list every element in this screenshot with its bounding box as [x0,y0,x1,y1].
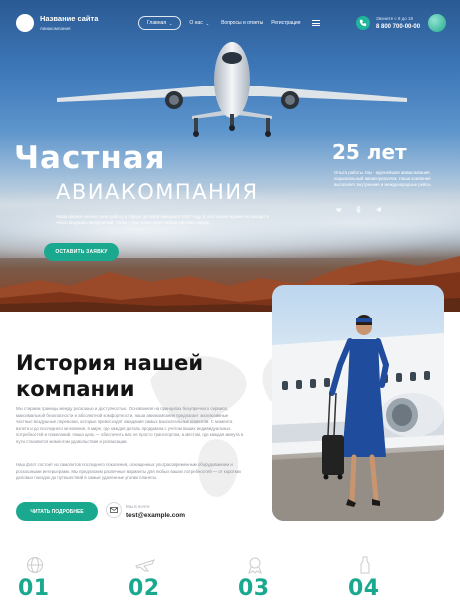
mail-address-link[interactable]: test@example.com [126,512,185,519]
menu-icon[interactable] [312,20,321,26]
years-counter: 25 лет [332,140,407,164]
nav-item-label: Главная [147,20,167,26]
nav-item-label: О нас [189,20,203,26]
nav-item-home[interactable]: Главная ⌄ [138,16,182,30]
social-links [334,205,382,213]
feature-item: 04 [348,552,408,600]
history-paragraph: Мы стираем границы между роскошью и дост… [16,406,244,444]
mail-label: Мы в почте [126,504,150,509]
hero-section: Название сайта Авиакомпания Главная ⌄ О … [0,0,460,312]
callback-icon[interactable] [428,14,446,32]
feature-number: 02 [128,576,160,600]
hero-description: Наша фирма начала свою работу в сфере де… [56,214,269,225]
phone-label: Звоните с 9 до 18 [376,16,413,21]
hero-title-line2: АВИАКОМПАНИЯ [56,180,259,204]
airplane-image [57,42,407,137]
phone-icon[interactable] [356,16,370,30]
badge-icon [248,557,262,574]
feature-number: 03 [238,576,270,600]
history-paragraph: Наш флот состоит из самолетов последнего… [16,462,242,481]
read-more-button[interactable]: ЧИТАТЬ ПОДРОБНЕЕ [16,502,98,521]
feature-item: 03 [238,552,298,600]
nav-item-faq[interactable]: Вопросы и ответы [221,20,263,26]
vk-icon[interactable] [334,205,342,213]
feature-item: 02 [128,552,188,600]
leave-request-button[interactable]: ОСТАВИТЬ ЗАЯВКУ [44,243,119,261]
years-description: Опыта работы. Мы - крупнейшая авиакомпан… [334,170,431,187]
features-numbers: 01 02 03 04 [0,552,460,600]
globe-icon [27,557,43,573]
stewardess-photo [272,285,444,521]
phone-number[interactable]: 8 800 700-00-00 [376,24,420,30]
nav-item-about[interactable]: О нас ⌄ [189,20,209,26]
nav-item-label: Вопросы и ответы [221,20,264,26]
feature-item: 01 [18,552,78,600]
site-slogan: Авиакомпания [40,26,71,31]
nav-item-label: Регистрация [271,20,301,26]
chevron-down-icon: ⌄ [205,20,210,26]
bottle-icon [360,556,370,574]
top-navigation-bar: Название сайта Авиакомпания Главная ⌄ О … [0,0,460,48]
history-title: История нашей компании [16,351,204,401]
site-name[interactable]: Название сайта [40,14,98,23]
plane-icon [135,559,155,572]
hero-title-line1: Частная [14,140,166,176]
chevron-down-icon: ⌄ [169,20,173,26]
mail-icon[interactable] [106,502,122,518]
nav-item-registration[interactable]: Регистрация [271,20,300,26]
telegram-icon[interactable] [374,205,382,213]
odnoklassniki-icon[interactable] [354,205,362,213]
logo-icon[interactable] [16,14,34,32]
feature-number: 01 [18,576,50,600]
main-nav: Главная ⌄ О нас ⌄ Вопросы и ответы Регис… [138,16,321,30]
feature-number: 04 [348,576,380,600]
